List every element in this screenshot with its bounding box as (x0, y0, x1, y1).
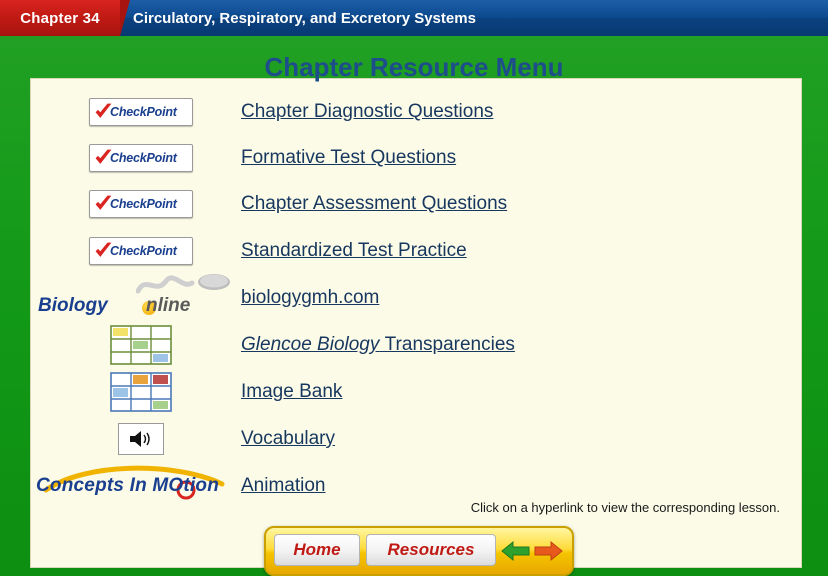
list-item: Vocabulary (36, 417, 796, 461)
slide-canvas: Chapter 34 Circulatory, Respiratory, and… (0, 0, 828, 576)
image-bank-grid-icon (36, 370, 246, 414)
checkpoint-icon: CheckPoint (36, 229, 246, 273)
home-button[interactable]: Home (274, 534, 360, 566)
checkpoint-icon: CheckPoint (36, 182, 246, 226)
grid-icon (110, 325, 172, 365)
list-item: CheckPoint Chapter Assessment Questions (36, 182, 796, 226)
navigation-bar: Home Resources (264, 526, 574, 576)
list-item: Glencoe Biology Transparencies (36, 323, 796, 367)
link-italic-part: Glencoe Biology (241, 334, 380, 355)
list-item: CheckPoint Standardized Test Practice (36, 229, 796, 273)
link-chapter-assessment-questions[interactable]: Chapter Assessment Questions (241, 182, 507, 226)
checkpoint-label: CheckPoint (110, 105, 177, 119)
checkpoint-label: CheckPoint (110, 151, 177, 165)
concepts-in-motion-icon: Concepts In MOtion (36, 464, 246, 508)
checkpoint-label: CheckPoint (110, 197, 177, 211)
swirl-icon (136, 274, 230, 294)
link-standardized-test-practice[interactable]: Standardized Test Practice (241, 229, 467, 273)
speaker-icon (130, 431, 150, 447)
list-item: Image Bank (36, 370, 796, 414)
chapter-number-label: Chapter 34 (20, 9, 100, 27)
list-item: Biology nline biologygmh.com (36, 274, 796, 320)
link-image-bank[interactable]: Image Bank (241, 370, 342, 414)
transparency-grid-icon (36, 323, 246, 367)
concepts-in-motion-label: Concepts In MOtion (36, 475, 220, 496)
chapter-number-tab: Chapter 34 (0, 0, 130, 36)
link-formative-test-questions[interactable]: Formative Test Questions (241, 136, 456, 180)
header-title: Circulatory, Respiratory, and Excretory … (133, 9, 476, 27)
list-item: CheckPoint Formative Test Questions (36, 136, 796, 180)
grid-icon (110, 372, 172, 412)
link-vocabulary[interactable]: Vocabulary (241, 417, 335, 461)
link-chapter-diagnostic-questions[interactable]: Chapter Diagnostic Questions (241, 90, 493, 134)
link-biologygmh-com[interactable]: biologygmh.com (241, 276, 379, 320)
footnote-text: Click on a hyperlink to view the corresp… (470, 500, 780, 515)
link-glencoe-biology-transparencies[interactable]: Glencoe Biology Transparencies (241, 323, 515, 367)
header-bar: Chapter 34 Circulatory, Respiratory, and… (0, 0, 828, 36)
right-arrow-icon[interactable] (534, 540, 564, 562)
speaker-icon-wrap (36, 417, 246, 461)
biology-online-icon: Biology nline (36, 274, 248, 320)
checkpoint-label: CheckPoint (110, 244, 177, 258)
link-animation[interactable]: Animation (241, 464, 326, 508)
online-word: nline (146, 295, 191, 316)
list-item: CheckPoint Chapter Diagnostic Questions (36, 90, 796, 134)
left-arrow-icon[interactable] (500, 540, 530, 562)
biology-word: Biology (38, 295, 108, 316)
page-title: Chapter Resource Menu (264, 52, 564, 82)
resources-button[interactable]: Resources (366, 534, 496, 566)
checkpoint-icon: CheckPoint (36, 90, 246, 134)
checkpoint-icon: CheckPoint (36, 136, 246, 180)
